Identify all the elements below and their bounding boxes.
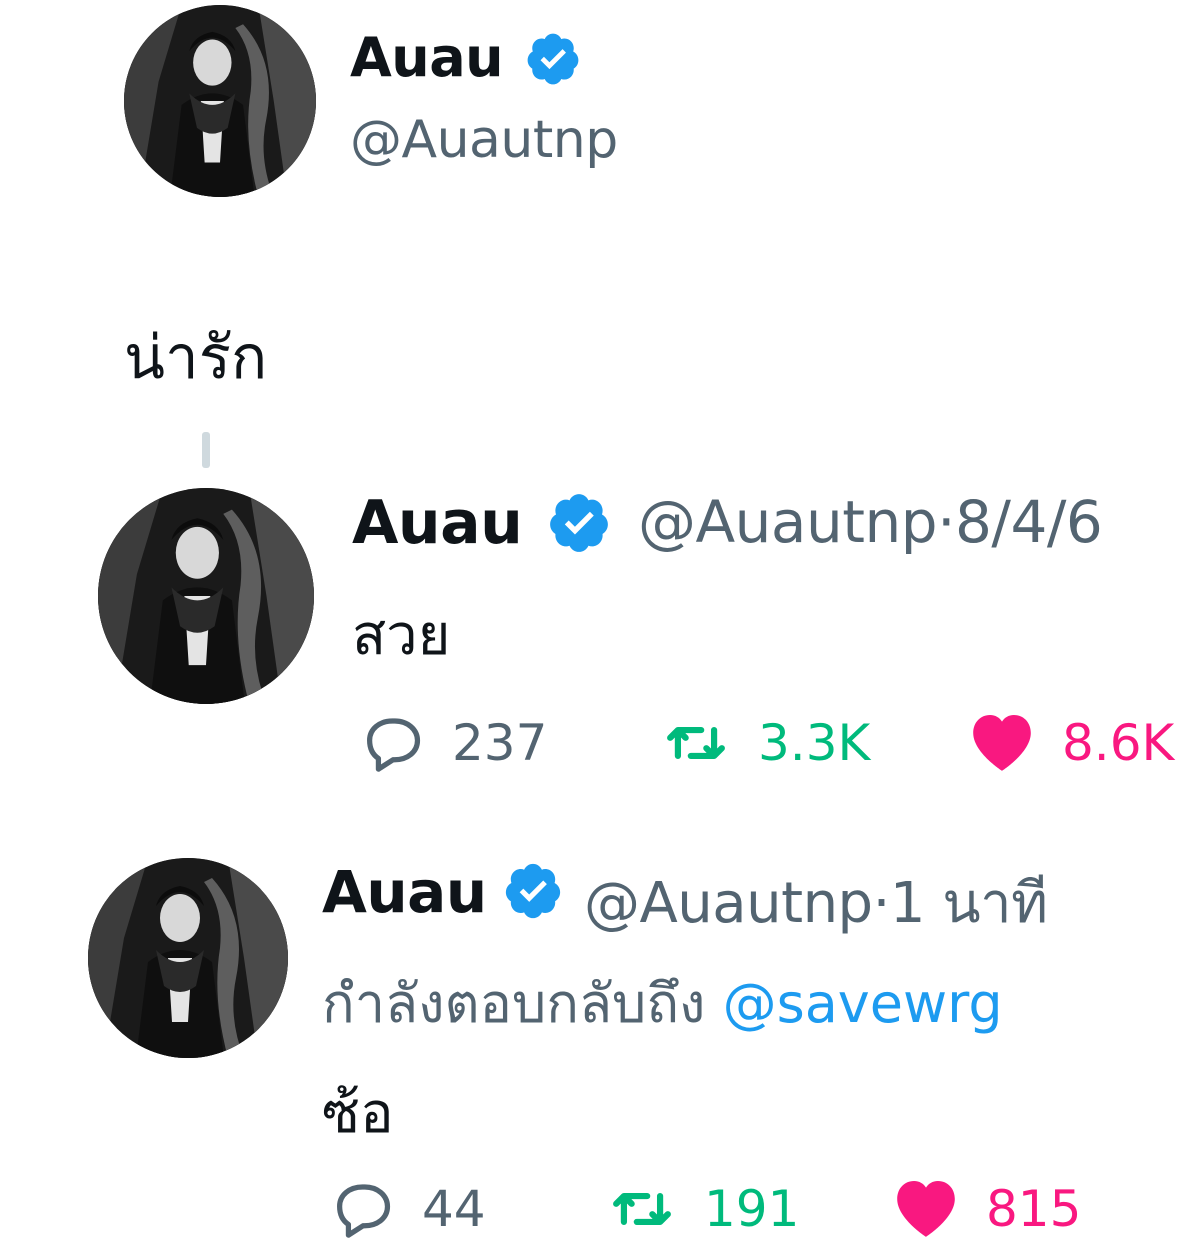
main-tweet-text: น่ารัก xyxy=(124,323,268,393)
thread-line xyxy=(202,432,210,468)
avatar-image xyxy=(88,858,288,1058)
retweet-icon xyxy=(613,1192,671,1226)
main-tweet-handle[interactable]: @Auautnp xyxy=(350,110,618,170)
reply-1-reply-button[interactable]: 237 xyxy=(354,708,554,774)
reply-2-date[interactable]: 1 นาที xyxy=(890,871,1048,936)
main-tweet-avatar[interactable] xyxy=(124,5,316,197)
reply-2-handle-and-date[interactable]: @Auautnp·1 นาที xyxy=(584,858,1048,947)
reply-1-handle[interactable]: @Auautnp xyxy=(638,488,938,556)
verified-badge-icon xyxy=(546,490,612,556)
replying-to-label: กำลังตอบกลับถึง xyxy=(322,972,706,1035)
reply-2-retweet-count: 191 xyxy=(704,1180,800,1238)
separator-dot: · xyxy=(872,871,891,936)
reply-2-author-name[interactable]: Auau xyxy=(322,858,487,926)
reply-2-like-count: 815 xyxy=(986,1180,1082,1238)
reply-1-retweet-count: 3.3K xyxy=(758,714,871,772)
reply-1-reply-count: 237 xyxy=(452,714,548,772)
avatar-image xyxy=(98,488,314,704)
reply-2-avatar[interactable] xyxy=(88,858,288,1058)
replying-to-mention-link[interactable]: @savewrg xyxy=(723,972,1003,1035)
reply-2-text: ซ้อ xyxy=(322,1081,394,1146)
reply-2-replying-to: กำลังตอบกลับถึง @savewrg xyxy=(322,960,1003,1046)
reply-2-handle[interactable]: @Auautnp xyxy=(584,871,873,936)
reply-2-retweet-button[interactable]: 191 xyxy=(600,1174,840,1240)
reply-1-like-button[interactable]: 8.6K xyxy=(962,706,1192,778)
reply-1-text: สวย xyxy=(352,603,451,668)
separator-dot: · xyxy=(937,488,955,556)
avatar-image xyxy=(124,5,316,197)
reply-1-author-name[interactable]: Auau xyxy=(352,488,523,558)
main-tweet-author-name[interactable]: Auau xyxy=(350,26,504,89)
verified-badge-icon xyxy=(524,30,582,88)
reply-icon xyxy=(337,1184,391,1238)
reply-1-like-count: 8.6K xyxy=(1062,714,1175,772)
like-icon xyxy=(897,1181,955,1237)
reply-2-like-button[interactable]: 815 xyxy=(886,1172,1116,1244)
reply-1-retweet-button[interactable]: 3.3K xyxy=(654,708,894,774)
reply-2-reply-button[interactable]: 44 xyxy=(324,1174,524,1240)
reply-2-reply-count: 44 xyxy=(422,1180,486,1238)
reply-icon xyxy=(367,718,421,772)
reply-1-handle-and-date[interactable]: @Auautnp·8/4/6 xyxy=(638,488,1103,556)
reply-1-date[interactable]: 8/4/6 xyxy=(955,488,1103,556)
verified-badge-icon xyxy=(502,860,564,922)
like-icon xyxy=(973,715,1031,771)
retweet-icon xyxy=(667,726,725,760)
reply-1-avatar[interactable] xyxy=(98,488,314,704)
